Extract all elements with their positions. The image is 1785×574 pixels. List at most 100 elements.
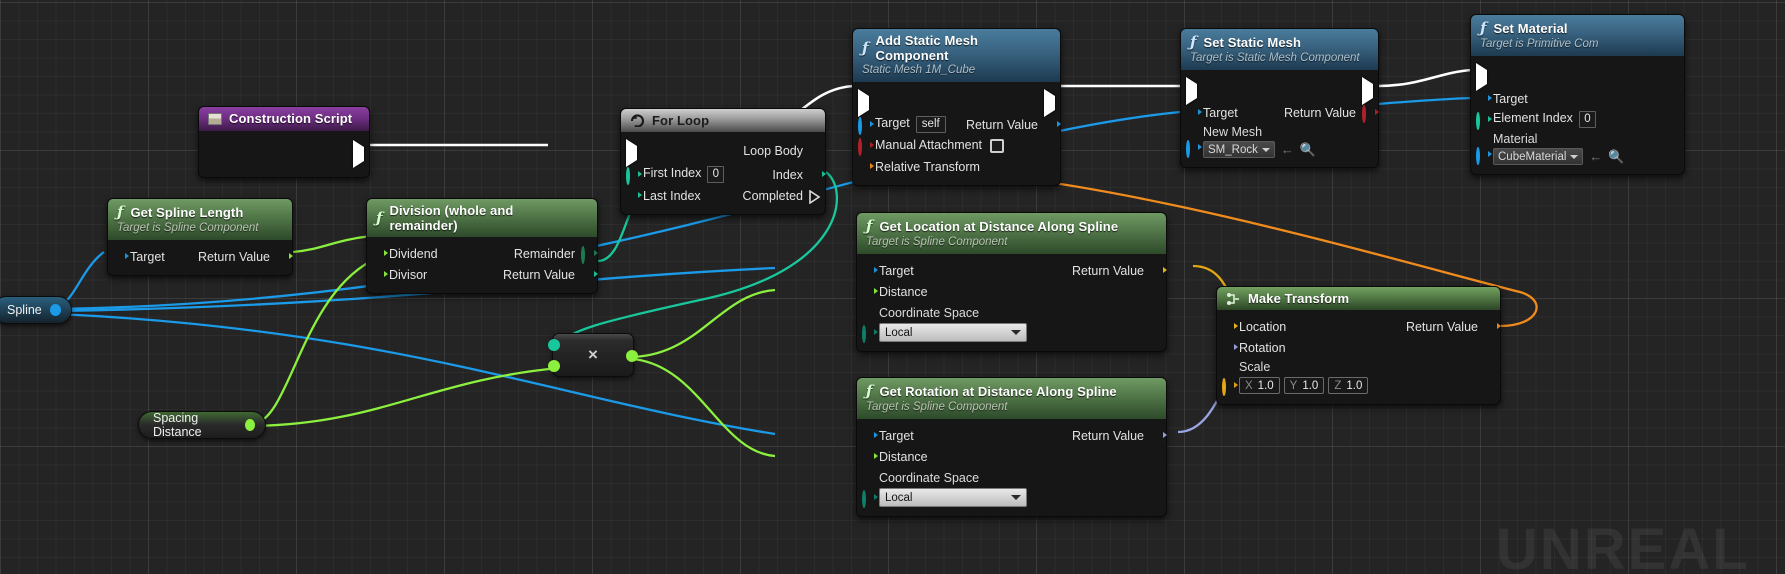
last-index-in-pin[interactable]	[626, 190, 642, 201]
node-get-spline-length[interactable]: ƒ Get Spline Length Target is Spline Com…	[107, 198, 293, 276]
node-get-location-at-distance-along-spline[interactable]: ƒ Get Location at Distance Along Spline …	[856, 212, 1167, 352]
remainder-out-pin[interactable]	[581, 246, 598, 264]
return-value-out-pin[interactable]	[581, 269, 598, 280]
new-mesh-in-pin[interactable]	[1186, 139, 1202, 158]
node-division-whole-and-remainder[interactable]: ƒ Division (whole and remainder) Dividen…	[366, 198, 598, 294]
multiply-input-a-pin[interactable]	[548, 339, 560, 351]
dividend-in-pin[interactable]	[372, 248, 388, 259]
multiply-input-b-pin[interactable]	[548, 360, 560, 372]
pin-row: Rotation	[1217, 337, 1500, 358]
variable-node-spline[interactable]: Spline	[0, 296, 72, 324]
node-get-rotation-at-distance-along-spline[interactable]: ƒ Get Rotation at Distance Along Spline …	[856, 377, 1167, 517]
node-title: Get Location at Distance Along Spline	[879, 218, 1119, 234]
coordinate-space-in-pin[interactable]	[862, 489, 878, 508]
scale-z-axis-label: Z	[1334, 379, 1342, 392]
pin-row: Target	[1471, 88, 1684, 109]
return-value-out-pin[interactable]	[1150, 430, 1167, 441]
return-value-out-pin[interactable]	[1362, 105, 1379, 123]
new-mesh-asset-picker[interactable]: SM_Rock	[1203, 141, 1275, 158]
variable-node-spacing-distance[interactable]: Spacing Distance	[138, 411, 266, 439]
target-self-field[interactable]: self	[915, 116, 946, 133]
target-in-pin[interactable]	[1186, 107, 1202, 118]
spline-out-pin[interactable]	[49, 304, 61, 316]
exec-out-pin[interactable]	[1044, 88, 1055, 117]
pin-row: New Mesh SM_Rock ← 🔍	[1181, 123, 1378, 159]
return-value-out-pin[interactable]	[276, 251, 293, 262]
scale-y-field[interactable]: Y 1.0	[1283, 377, 1325, 394]
watermark: UNREAL	[1496, 517, 1750, 574]
node-set-material[interactable]: ƒ Set Material Target is Primitive Com T…	[1470, 14, 1685, 175]
target-in-pin[interactable]	[862, 265, 878, 276]
target-in-pin[interactable]	[1476, 93, 1492, 104]
target-in-pin[interactable]	[862, 430, 878, 441]
target-in-pin[interactable]	[858, 117, 874, 135]
exec-in-pin[interactable]	[858, 88, 869, 117]
material-asset-picker[interactable]: CubeMaterial	[1493, 148, 1584, 165]
rotation-in-pin[interactable]	[1222, 342, 1238, 353]
return-value-out-pin[interactable]	[1044, 119, 1061, 130]
coordinate-space-value: Local	[885, 491, 913, 504]
node-multiply[interactable]: ×	[548, 333, 638, 377]
location-in-pin[interactable]	[1222, 321, 1238, 332]
pin-row: Dividend Remainder	[367, 243, 598, 264]
material-in-pin[interactable]	[1476, 146, 1492, 165]
coordinate-space-in-pin[interactable]	[862, 324, 878, 343]
scale-z-field[interactable]: Z 1.0	[1328, 377, 1369, 394]
manual-attachment-in-pin[interactable]	[858, 138, 874, 156]
node-construction-script[interactable]: Construction Script	[198, 106, 370, 178]
pin-label-new-mesh: New Mesh	[1203, 125, 1263, 139]
coordinate-space-dropdown[interactable]: Local	[879, 323, 1027, 342]
scale-x-field[interactable]: X 1.0	[1239, 377, 1280, 394]
loop-body-out-pin[interactable]	[809, 146, 820, 157]
node-for-loop[interactable]: For Loop Loop Body First Index 0 Index L…	[620, 108, 826, 215]
node-add-static-mesh-component[interactable]: ƒ Add Static Mesh Component Static Mesh …	[852, 28, 1061, 186]
pin-row: Target Return Value	[857, 260, 1167, 281]
node-title: Get Spline Length	[130, 204, 244, 220]
exec-in-pin[interactable]	[626, 138, 637, 167]
completed-out-pin[interactable]	[809, 190, 821, 204]
manual-attachment-checkbox[interactable]	[990, 138, 1005, 153]
pin-label-scale: Scale	[1239, 360, 1271, 374]
first-index-value-field[interactable]: 0	[707, 166, 725, 183]
browse-asset-icon[interactable]: 🔍	[1608, 149, 1624, 165]
relative-transform-in-pin[interactable]	[858, 161, 874, 172]
node-header: ƒ Add Static Mesh Component Static Mesh …	[853, 29, 1060, 82]
element-index-field[interactable]: 0	[1578, 111, 1596, 128]
distance-in-pin[interactable]	[862, 286, 878, 297]
pin-row: Divisor Return Value	[367, 264, 598, 285]
return-value-out-pin[interactable]	[1150, 265, 1167, 276]
coordinate-space-dropdown[interactable]: Local	[879, 488, 1027, 507]
exec-out-pin[interactable]	[353, 139, 364, 168]
use-selected-asset-icon[interactable]: ←	[1281, 142, 1294, 157]
chevron-down-icon	[1570, 154, 1579, 159]
spacing-distance-out-pin[interactable]	[244, 419, 255, 431]
first-index-in-pin[interactable]	[626, 167, 642, 185]
pin-row: Coordinate Space Local	[857, 302, 1166, 343]
scale-in-pin[interactable]	[1222, 377, 1238, 396]
make-struct-icon	[1226, 292, 1240, 306]
scale-y-value: 1.0	[1302, 379, 1319, 392]
use-selected-asset-icon[interactable]: ←	[1589, 149, 1602, 164]
divisor-in-pin[interactable]	[372, 269, 388, 280]
pin-row: Distance	[857, 446, 1166, 467]
browse-asset-icon[interactable]: 🔍	[1300, 142, 1316, 158]
chevron-down-icon	[1011, 330, 1021, 335]
pin-row	[1181, 76, 1378, 105]
pin-label-coordinate-space: Coordinate Space	[879, 306, 980, 320]
target-in-pin[interactable]	[113, 251, 129, 262]
index-out-pin[interactable]	[809, 169, 826, 180]
return-value-out-pin[interactable]	[1484, 321, 1501, 332]
distance-in-pin[interactable]	[862, 451, 878, 462]
node-set-static-mesh[interactable]: ƒ Set Static Mesh Target is Static Mesh …	[1180, 28, 1379, 168]
blueprint-graph-canvas[interactable]: Construction Script ƒ Get Spline Length …	[0, 0, 1785, 574]
node-make-transform[interactable]: Make Transform Location Return Value Rot…	[1216, 286, 1501, 405]
exec-out-pin[interactable]	[1362, 76, 1373, 105]
pin-row: Location Return Value	[1217, 316, 1501, 337]
node-header: For Loop	[621, 109, 825, 132]
coordinate-space-value: Local	[885, 326, 913, 339]
exec-in-pin[interactable]	[1186, 76, 1197, 105]
multiply-output-pin[interactable]	[626, 350, 638, 362]
exec-in-pin[interactable]	[1476, 62, 1487, 91]
pin-row: First Index 0 Index	[621, 164, 826, 185]
element-index-in-pin[interactable]	[1476, 112, 1492, 130]
